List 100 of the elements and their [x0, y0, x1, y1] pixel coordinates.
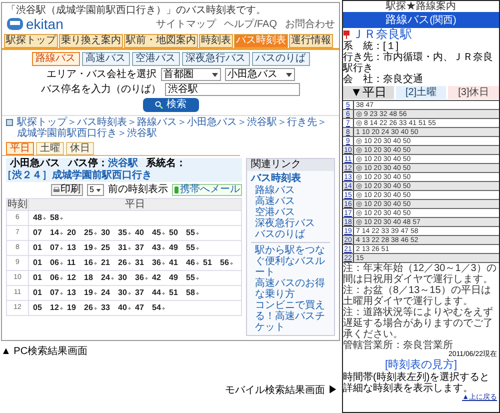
route-info: 系 統：[１]: [343, 41, 399, 52]
sidebar-link[interactable]: 深夜急行バス: [251, 218, 330, 229]
header-link[interactable]: お問合わせ: [285, 18, 335, 30]
departure-time: 47: [135, 303, 144, 313]
column-header: 平日: [124, 199, 146, 210]
departure-time: 45: [152, 228, 161, 238]
bus-stop-icon: [343, 30, 350, 39]
stop-input-field[interactable]: 渋谷駅: [165, 83, 300, 96]
departure-time: 37: [135, 243, 144, 253]
header-link[interactable]: サイトマップ: [156, 18, 216, 30]
caption: モバイル検索結果画面 ▶: [225, 384, 338, 397]
nav-tab[interactable]: 運行情報: [289, 34, 333, 48]
day-tab[interactable]: [2]土曜: [396, 86, 446, 99]
day-tab[interactable]: 休日: [66, 142, 94, 155]
sidebar-heading: バス時刻表: [251, 173, 302, 185]
region-label: (関西): [430, 15, 456, 26]
departure-time: 58: [50, 213, 59, 223]
departure-time: 18: [84, 273, 93, 283]
printer-icon: [52, 187, 60, 193]
sidebar-link[interactable]: 高速バスのお得な乗り方: [251, 278, 330, 300]
header-link[interactable]: ヘルプ/FAQ: [224, 18, 277, 30]
departure-time: 51: [169, 288, 178, 298]
departure-time: 49: [169, 243, 178, 253]
count-select[interactable]: 5: [86, 184, 104, 196]
caret-icon: [286, 72, 292, 76]
header-note: 「渋谷駅（成城学園前駅西口行き）」のバス時刻表です。: [6, 5, 266, 16]
caret-icon: [96, 188, 101, 192]
departure-time: 54: [152, 303, 161, 313]
departure-time: 40: [135, 228, 144, 238]
departure-time: 44: [152, 288, 161, 298]
sidebar-link[interactable]: 駅から駅をつなぐ便利なバスルート: [251, 245, 330, 278]
sub-tab[interactable]: 空港バス: [132, 52, 180, 66]
sidebar-link[interactable]: コンビニで買える！高速バスチケット: [251, 300, 330, 333]
note-text: 管轄営業所：奈良営業所: [343, 340, 453, 351]
departure-time: 24: [101, 288, 110, 298]
departure-time: 40: [118, 303, 127, 313]
print-button[interactable]: 印刷: [50, 184, 83, 196]
sidebar-link[interactable]: バスのりば: [251, 229, 330, 240]
sub-tab[interactable]: 路線バス: [32, 52, 80, 66]
sidebar-link[interactable]: 空港バス: [251, 207, 330, 218]
sub-tab[interactable]: バスのりば: [252, 52, 310, 66]
departure-time: 21: [101, 258, 110, 268]
company-select[interactable]: 小田急バス: [224, 68, 294, 81]
departure-time: 07: [33, 228, 42, 238]
departure-time: 55: [186, 243, 195, 253]
departure-time: 31: [135, 258, 144, 268]
caret-icon: [212, 72, 218, 76]
sidebar-title: 関連リンク: [247, 159, 334, 171]
departure-time: 49: [169, 273, 178, 283]
search-button[interactable]: 検索: [142, 98, 198, 112]
caption: ▲ PC検索結果画面: [1, 345, 89, 358]
count-label: 前の時刻表示: [108, 185, 168, 195]
departure-time: 05: [33, 303, 42, 313]
stop-name: ＪＲ奈良駅: [352, 28, 412, 41]
departure-time: 26: [118, 258, 127, 268]
departure-time: 41: [169, 258, 178, 268]
day-tab[interactable]: [3]休日: [448, 86, 499, 99]
help-link[interactable]: [時刻表の見方]: [343, 359, 499, 372]
departure-time: 19: [84, 288, 93, 298]
departure-time: 01: [33, 273, 42, 283]
nav-tab[interactable]: 駅前・地図案内: [124, 34, 198, 48]
nav-tab[interactable]: 乗り換え案内: [59, 34, 123, 48]
departure-time: 20: [67, 228, 76, 238]
sidebar-link[interactable]: 路線バス: [251, 185, 330, 196]
departure-time: 36: [135, 273, 144, 283]
area-select[interactable]: 首都圏: [160, 68, 220, 81]
departure-time: 31: [118, 243, 127, 253]
departure-time: 12: [50, 303, 59, 313]
departure-time: 16: [84, 258, 93, 268]
line-label: 系統名：: [146, 158, 186, 170]
company-name: 小田急バス: [10, 158, 60, 170]
departure-time: 55: [186, 228, 195, 238]
line-link[interactable]: ［渋２４］成城学園前駅西口行き: [2, 170, 152, 182]
sub-tab[interactable]: 深夜急行バス: [182, 52, 250, 66]
departure-time: 06: [50, 258, 59, 268]
departure-time: 14: [50, 228, 59, 238]
mail-button[interactable]: 携帯へメール: [172, 184, 242, 196]
departure-time: 25: [101, 243, 110, 253]
note-text: 注：道路状況等によりやむをえず遅延する場合がありますのでご了承ください。: [343, 307, 494, 340]
sub-tab[interactable]: 高速バス: [82, 52, 130, 66]
departure-time: 13: [67, 243, 76, 253]
departure-time: 26: [84, 303, 93, 313]
departure-time: 06: [50, 273, 59, 283]
search-icon: [154, 101, 162, 109]
phone-icon: [174, 186, 179, 194]
departure-time: 33: [101, 303, 110, 313]
departure-time: 51: [203, 258, 212, 268]
departure-time: 42: [152, 273, 161, 283]
day-tab[interactable]: ▼平日: [343, 86, 394, 99]
departure-time: 37: [135, 288, 144, 298]
route-info: 行き先：市内循環・内、ＪＲ奈良駅行き: [343, 52, 494, 74]
departure-time: 35: [118, 228, 127, 238]
form-label: バス停名を入力（のりば）: [41, 84, 161, 96]
nav-tab[interactable]: 時刻表: [199, 34, 233, 48]
nav-tab[interactable]: 駅探トップ: [4, 34, 58, 48]
departure-time: 12: [67, 273, 76, 283]
day-tab[interactable]: 土曜: [36, 142, 64, 155]
sidebar-link[interactable]: 高速バス: [251, 196, 330, 207]
stop-link[interactable]: 渋谷駅: [108, 158, 138, 170]
day-tab[interactable]: 平日: [6, 142, 34, 155]
